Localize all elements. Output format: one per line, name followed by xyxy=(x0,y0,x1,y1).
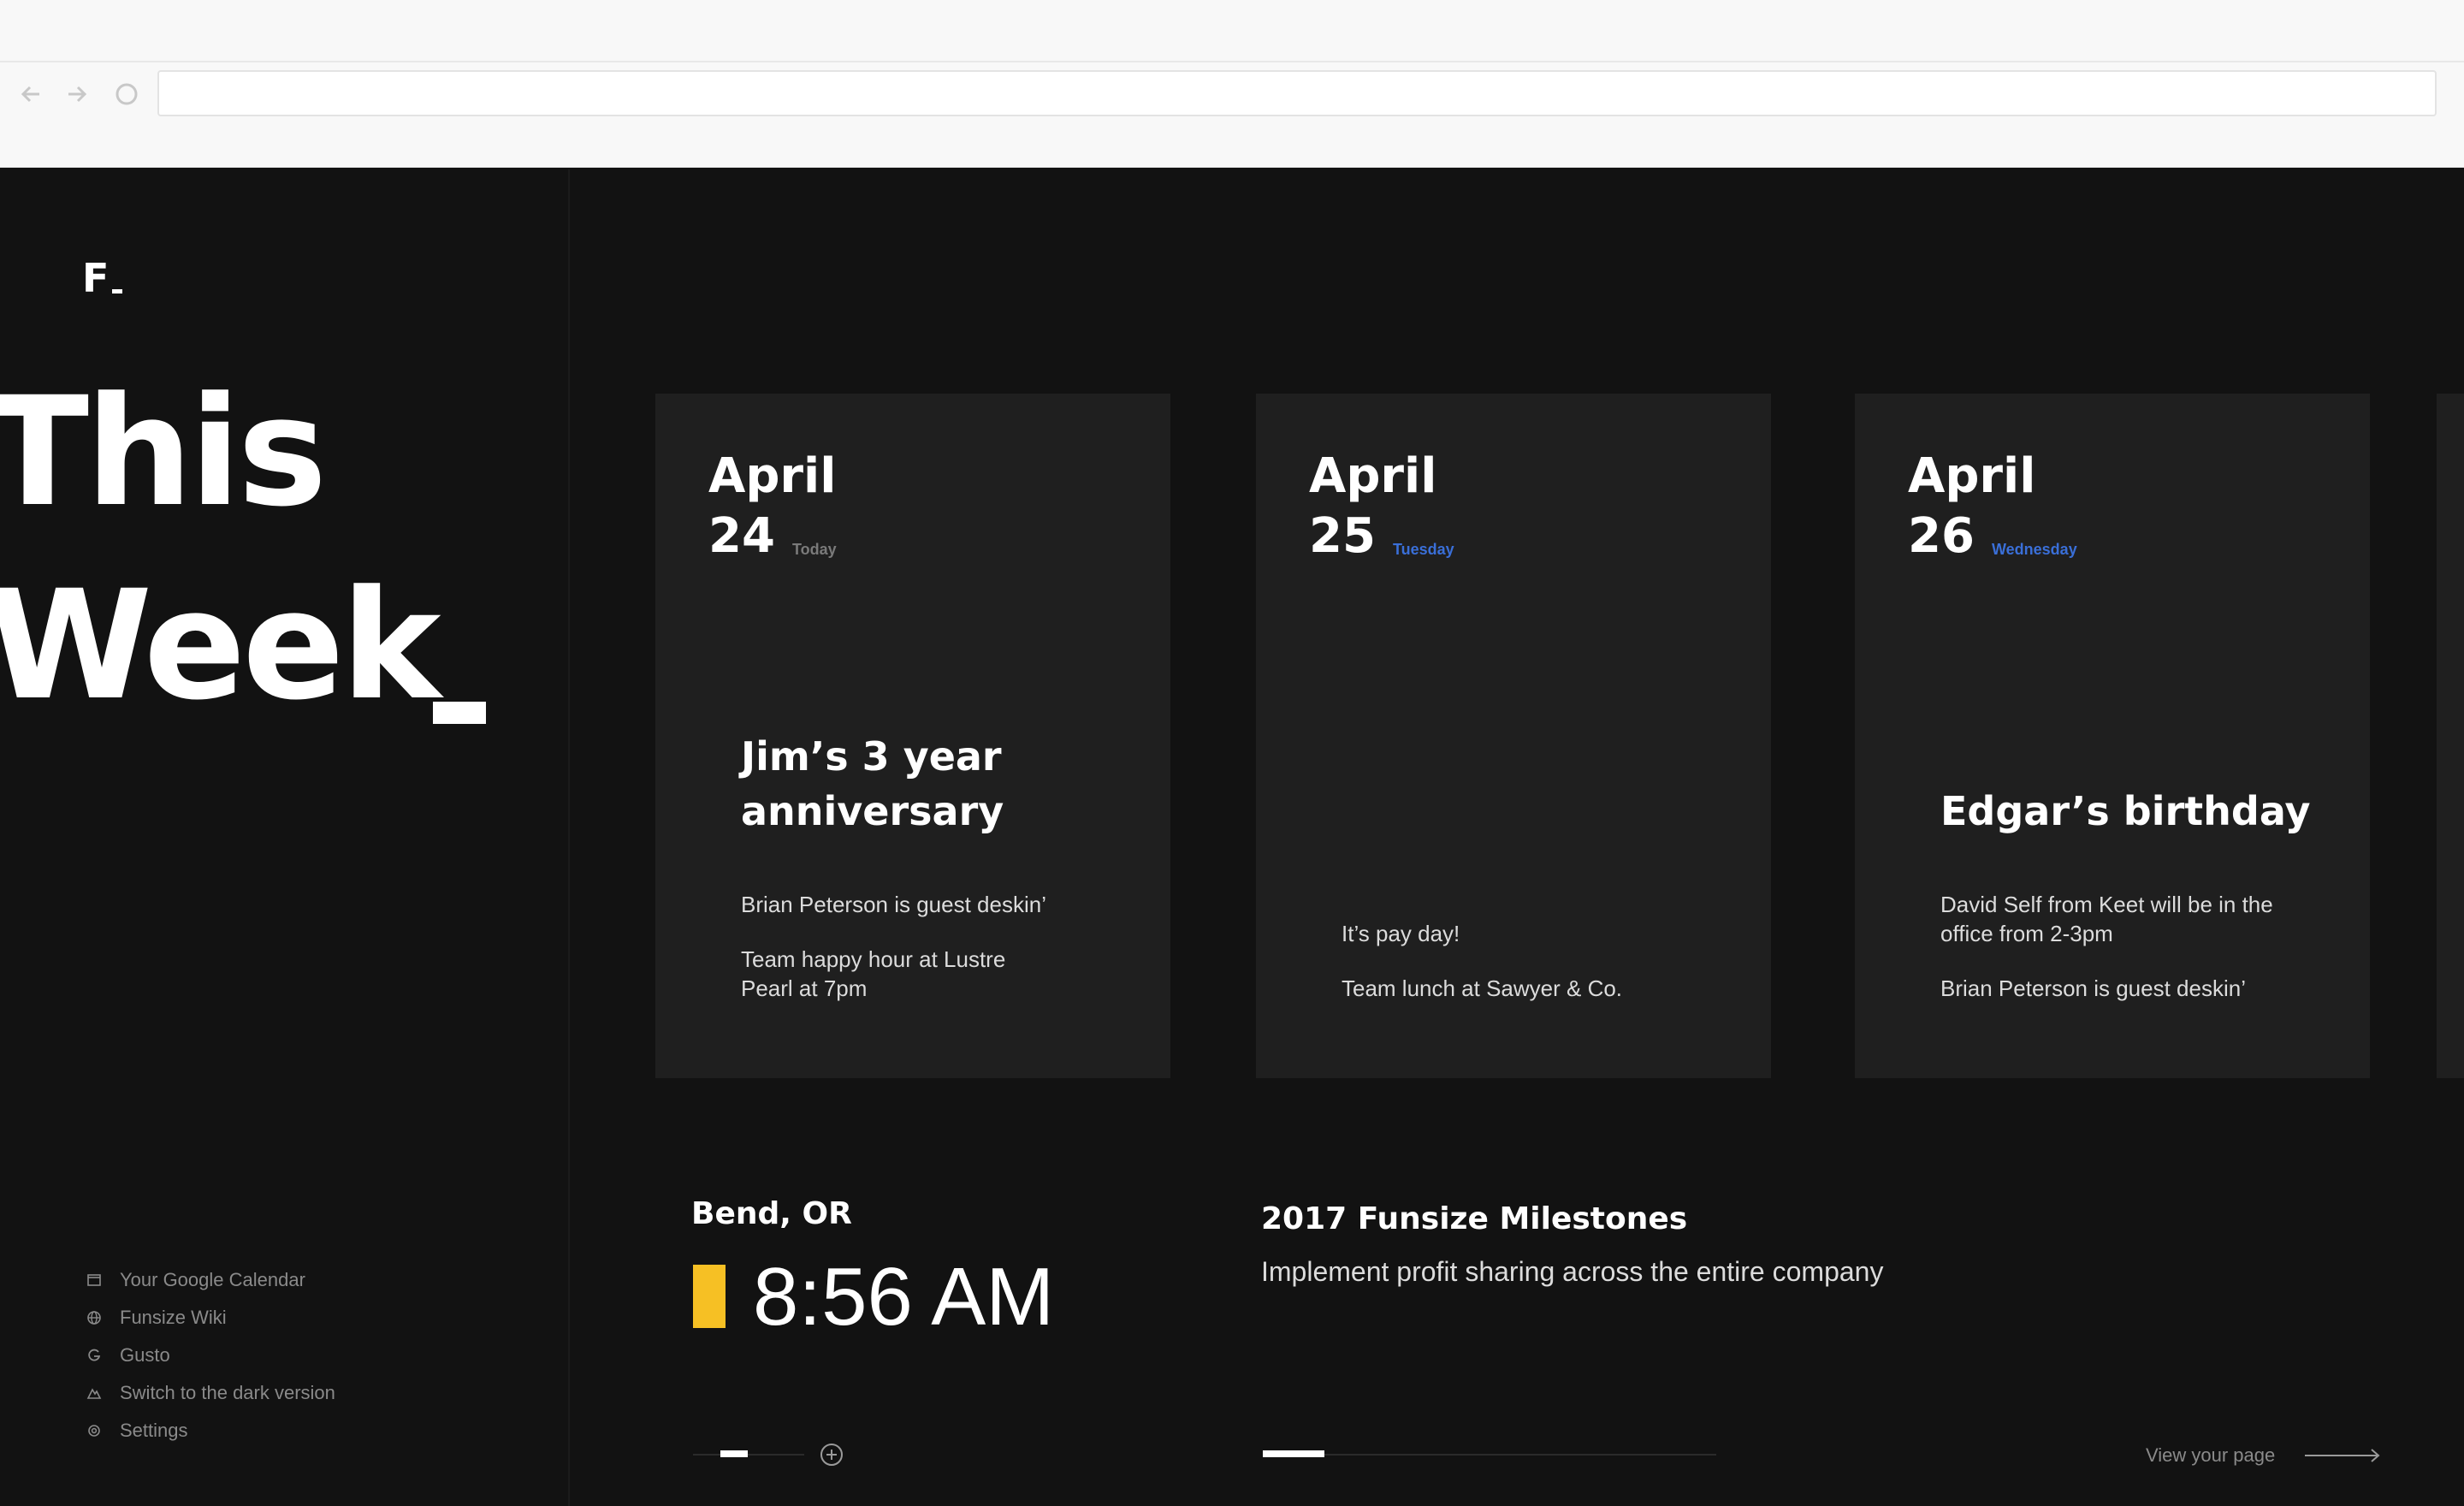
clock-location: Bend, OR xyxy=(691,1196,852,1231)
browser-title-bar xyxy=(0,0,2464,62)
reload-icon[interactable] xyxy=(111,79,142,110)
sidebar-link-funsize-wiki[interactable]: Funsize Wiki xyxy=(86,1299,335,1337)
browser-chrome xyxy=(0,0,2464,168)
sidebar-link-google-calendar[interactable]: Your Google Calendar xyxy=(86,1261,335,1299)
milestones-pager[interactable] xyxy=(1263,1450,1716,1457)
location-pager-active[interactable] xyxy=(720,1450,748,1457)
card-day-name: Wednesday xyxy=(1992,541,2077,558)
back-arrow-icon[interactable] xyxy=(15,79,46,110)
card-month: April xyxy=(1908,448,2036,504)
card-event-item: Team lunch at Sawyer & Co. xyxy=(1342,975,1623,1001)
gear-icon xyxy=(86,1422,103,1439)
sidebar-link-dark-version[interactable]: Switch to the dark version xyxy=(86,1374,335,1412)
sidebar: F This Week Your Google Calendar Funsize… xyxy=(0,169,570,1506)
day-card-apr-24[interactable]: April 24 Today Jim’s 3 year anniversary … xyxy=(655,394,1170,1078)
sidebar-links: Your Google Calendar Funsize Wiki Gusto … xyxy=(86,1261,335,1450)
forward-arrow-icon[interactable] xyxy=(62,79,92,110)
address-bar[interactable] xyxy=(157,70,2437,116)
card-event-item: It’s pay day! xyxy=(1342,921,1460,946)
next-day-card-peek[interactable] xyxy=(2437,394,2464,1078)
sidebar-link-label: Switch to the dark version xyxy=(120,1382,335,1403)
day-card-apr-25[interactable]: April 25 Tuesday It’s pay day! Team lunc… xyxy=(1256,394,1771,1078)
mountain-icon xyxy=(86,1384,103,1402)
card-month: April xyxy=(1309,448,1437,504)
sidebar-link-gusto[interactable]: Gusto xyxy=(86,1337,335,1374)
card-day-number: 24 xyxy=(708,508,775,564)
card-day-name: Today xyxy=(792,541,837,558)
logo[interactable]: F xyxy=(82,255,109,301)
milestones-title: 2017 Funsize Milestones xyxy=(1261,1201,1688,1236)
card-event-item: Team happy hour at Lustre Pearl at 7pm xyxy=(741,946,1006,1001)
view-your-page-link[interactable]: View your page xyxy=(2146,1444,2275,1467)
card-day-name: Tuesday xyxy=(1393,541,1454,558)
card-month: April xyxy=(708,448,837,504)
calendar-icon xyxy=(86,1272,103,1289)
sidebar-link-label: Gusto xyxy=(120,1344,170,1366)
card-event-item: Brian Peterson is guest deskin’ xyxy=(1940,975,2246,1001)
milestones-pager-active[interactable] xyxy=(1263,1450,1324,1457)
headline-cursor xyxy=(433,702,486,724)
day-card-apr-26[interactable]: April 26 Wednesday Edgar’s birthday Davi… xyxy=(1855,394,2370,1078)
sidebar-link-label: Funsize Wiki xyxy=(120,1307,227,1328)
clock-time: 8:56 AM xyxy=(753,1251,1055,1343)
sidebar-link-label: Your Google Calendar xyxy=(120,1269,305,1290)
logo-cursor xyxy=(112,289,122,293)
globe-icon xyxy=(86,1309,103,1326)
card-day-number: 26 xyxy=(1908,508,1975,564)
card-event-item: Brian Peterson is guest deskin’ xyxy=(741,892,1046,917)
arrow-right-icon[interactable] xyxy=(2305,1446,2382,1465)
page-headline: This Week xyxy=(0,356,441,743)
time-accent-bar xyxy=(693,1265,726,1328)
sidebar-link-label: Settings xyxy=(120,1420,188,1441)
milestone-text: Implement profit sharing across the enti… xyxy=(1261,1256,1884,1287)
card-event-title: Edgar’s birthday xyxy=(1940,788,2311,834)
card-event-title: Jim’s 3 year anniversary xyxy=(741,733,1004,834)
headline-line-1: This xyxy=(0,365,327,540)
location-pager[interactable] xyxy=(693,1450,804,1457)
card-day-number: 25 xyxy=(1309,508,1376,564)
gusto-icon xyxy=(86,1347,103,1364)
add-location-icon[interactable] xyxy=(820,1443,844,1467)
sidebar-link-settings[interactable]: Settings xyxy=(86,1412,335,1450)
card-event-item: David Self from Keet will be in the offi… xyxy=(1940,892,2273,946)
headline-line-2: Week xyxy=(0,558,441,733)
